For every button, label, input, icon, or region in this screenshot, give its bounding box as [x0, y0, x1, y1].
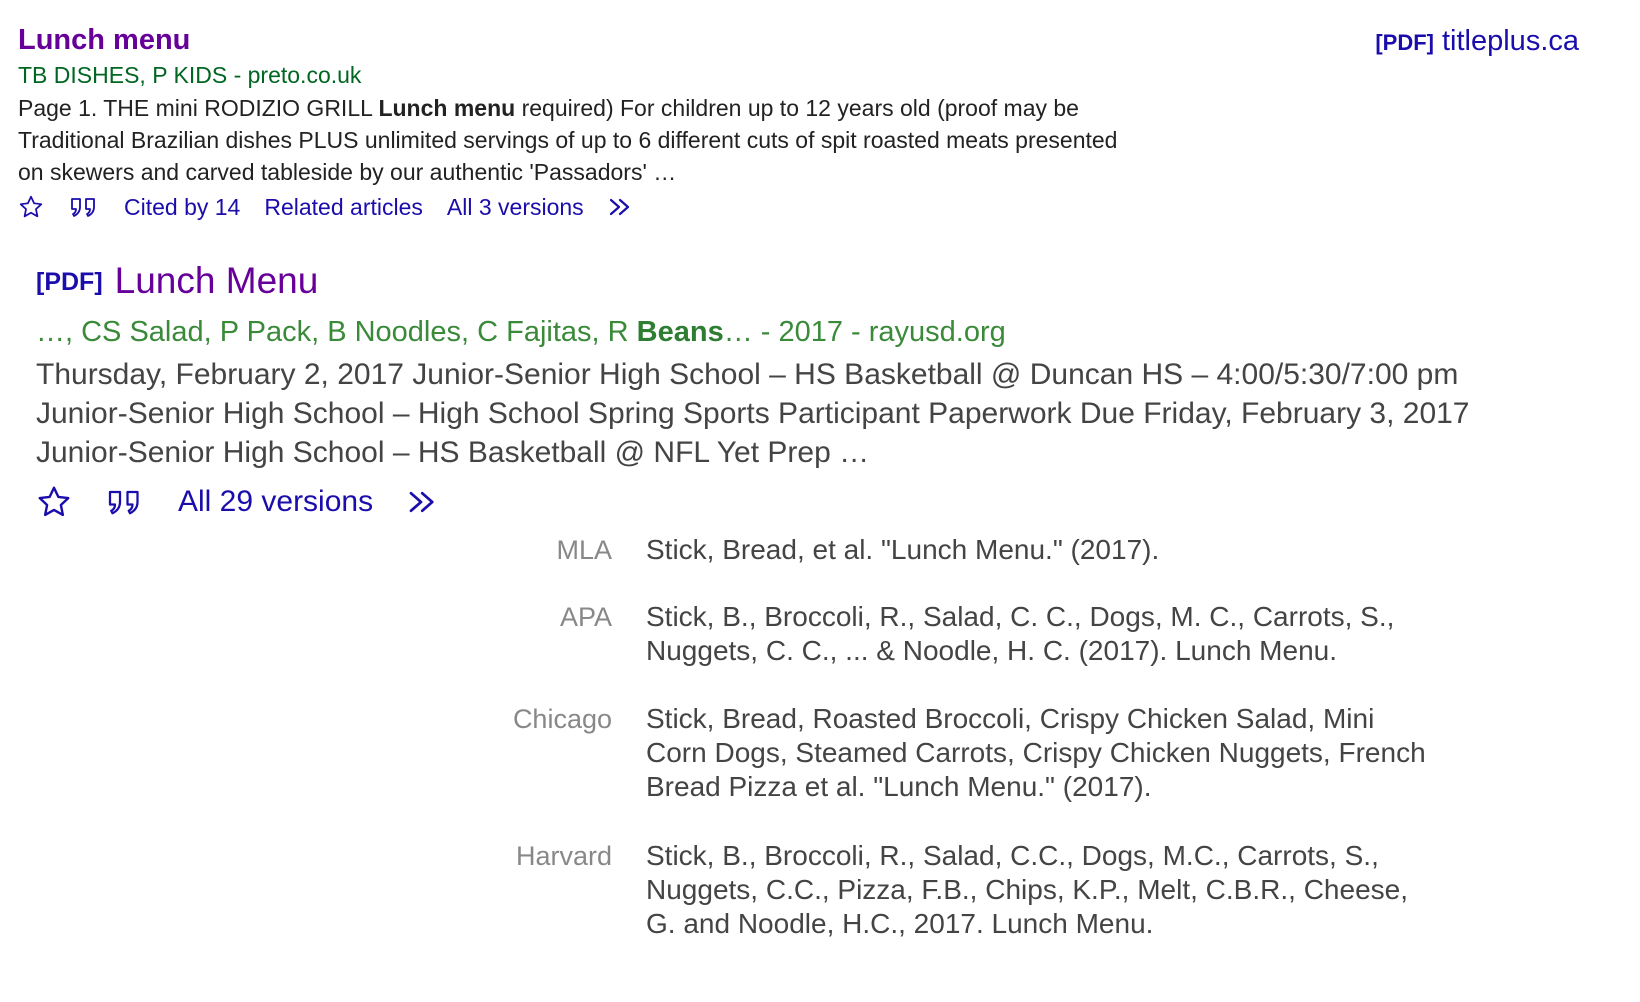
result-title-text: Lunch Menu	[114, 260, 319, 301]
citation-style-label: APA	[559, 602, 612, 632]
snippet-pre: Page 1. THE mini RODIZIO GRILL	[18, 95, 379, 121]
star-outline-icon[interactable]	[36, 484, 72, 520]
pdf-tag: [PDF]	[1375, 30, 1434, 55]
citation-style-label: MLA	[556, 535, 612, 565]
all-versions-link[interactable]: All 3 versions	[447, 194, 584, 221]
snippet-highlight: Lunch menu	[378, 95, 516, 121]
pdf-tag: [PDF]	[36, 268, 103, 296]
citation-style-label: Chicago	[512, 704, 612, 734]
meta-post: … - 2017 - rayusd.org	[723, 316, 1006, 348]
citation-text[interactable]: Stick, B., Broccoli, R., Salad, C. C., D…	[646, 600, 1426, 668]
double-chevron-right-icon[interactable]	[407, 487, 445, 517]
star-outline-icon[interactable]	[18, 194, 44, 220]
citation-text[interactable]: Stick, Bread, Roasted Broccoli, Crispy C…	[646, 702, 1426, 804]
double-chevron-right-icon[interactable]	[608, 195, 638, 219]
all-versions-link[interactable]: All 29 versions	[178, 485, 373, 519]
citation-text[interactable]: Stick, Bread, et al. "Lunch Menu." (2017…	[646, 533, 1426, 567]
result-title-link[interactable]: [PDF] Lunch Menu	[36, 259, 1576, 304]
cited-by-link[interactable]: Cited by 14	[124, 194, 240, 221]
quote-icon[interactable]	[106, 487, 144, 517]
meta-highlight: Beans	[636, 316, 724, 348]
result-actions: All 29 versions	[36, 478, 1576, 526]
side-pdf-link[interactable]: [PDF] titleplus.ca	[1375, 23, 1579, 61]
search-result-2: [PDF] Lunch Menu …, CS Salad, P Pack, B N…	[36, 259, 1576, 526]
result-meta: …, CS Salad, P Pack, B Noodles, C Fajita…	[36, 315, 1576, 349]
result-title-link[interactable]: Lunch menu	[18, 22, 1578, 58]
result-actions: Cited by 14 Related articles All 3 versi…	[18, 190, 1578, 224]
citation-text[interactable]: Stick, B., Broccoli, R., Salad, C.C., Do…	[646, 839, 1426, 941]
related-articles-link[interactable]: Related articles	[264, 194, 423, 221]
search-result-1: Lunch menu [PDF] titleplus.ca TB DISHES, …	[18, 22, 1579, 224]
result-snippet: Page 1. THE mini RODIZIO GRILL Lunch men…	[18, 92, 1138, 188]
meta-pre: …, CS Salad, P Pack, B Noodles, C Fajita…	[36, 316, 637, 348]
quote-icon[interactable]	[69, 195, 99, 219]
result-meta: TB DISHES, P KIDS - preto.co.uk	[18, 62, 362, 88]
citation-style-label: Harvard	[515, 841, 612, 871]
result-snippet: Thursday, February 2, 2017 Junior-Senior…	[36, 358, 1470, 469]
side-domain-label: titleplus.ca	[1441, 25, 1579, 57]
